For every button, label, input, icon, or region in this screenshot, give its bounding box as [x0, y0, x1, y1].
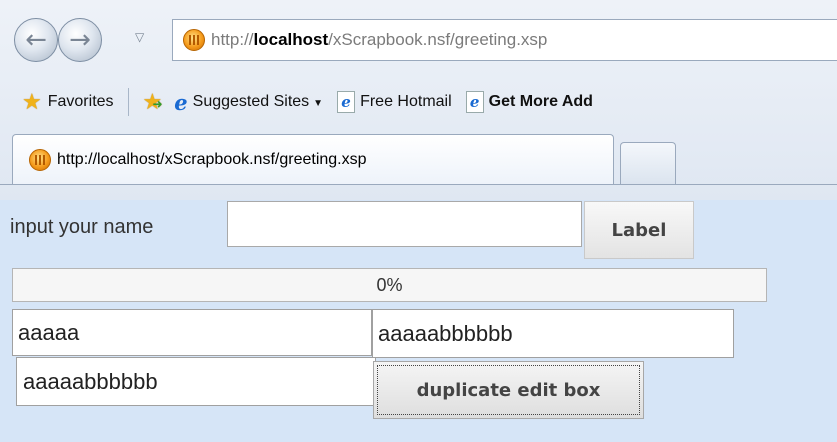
ie-icon: e	[174, 89, 188, 115]
ie-doc-icon: e	[465, 91, 484, 113]
navigation-bar: ← → ▽ http://localhost/xScrapbook.nsf/gr…	[0, 0, 837, 78]
name-label: input your name	[10, 216, 154, 238]
favorite-suggested-sites[interactable]: Suggested Sites ▼	[193, 93, 323, 111]
duplicate-edit-box-button[interactable]: duplicate edit box	[373, 361, 644, 419]
arrow-right-icon: →	[69, 25, 91, 55]
favorite-suggested-sites-label: Suggested Sites	[192, 93, 310, 110]
address-bar[interactable]: http://localhost/xScrapbook.nsf/greeting…	[172, 19, 837, 61]
site-favicon-icon	[183, 29, 205, 51]
name-input[interactable]	[227, 201, 582, 247]
tab-title: http://localhost/xScrapbook.nsf/greeting…	[57, 150, 367, 168]
chevron-down-icon: ▼	[313, 98, 324, 109]
favorites-bar: ★ Favorites ★ e Suggested Sites▼ e Free …	[0, 78, 837, 126]
back-button[interactable]: ←	[14, 18, 58, 62]
site-favicon-icon	[29, 148, 51, 171]
add-to-favorites-bar-icon[interactable]: ★	[143, 89, 163, 115]
recent-pages-dropdown-icon[interactable]: ▽	[135, 30, 144, 44]
edit-box-1[interactable]: aaaaa	[12, 309, 372, 356]
page-content: input your name Label 0% aaaaa aaaaabbbb…	[0, 200, 837, 442]
tab-bar: http://localhost/xScrapbook.nsf/greeting…	[0, 126, 837, 200]
label-button[interactable]: Label	[584, 201, 694, 259]
arrow-left-icon: ←	[25, 25, 47, 55]
edit-box-2[interactable]: aaaaabbbbbb	[372, 309, 734, 358]
favorites-button[interactable]: Favorites	[48, 93, 114, 111]
url-prefix: http://	[211, 30, 254, 49]
favorite-get-more-addons[interactable]: Get More Add	[489, 93, 593, 111]
favorite-free-hotmail[interactable]: Free Hotmail	[360, 93, 452, 111]
progress-bar: 0%	[12, 268, 767, 302]
url-host: localhost	[253, 30, 329, 49]
tab-divider	[0, 184, 837, 185]
tab-greeting[interactable]: http://localhost/xScrapbook.nsf/greeting…	[12, 134, 614, 184]
new-tab-button[interactable]	[620, 142, 676, 184]
favorites-star-icon[interactable]: ★	[22, 89, 42, 115]
edit-box-3[interactable]: aaaaabbbbbb	[16, 357, 376, 406]
browser-chrome: ← → ▽ http://localhost/xScrapbook.nsf/gr…	[0, 0, 837, 200]
address-url[interactable]: http://localhost/xScrapbook.nsf/greeting…	[211, 30, 547, 50]
ie-doc-icon: e	[337, 91, 356, 113]
forward-button[interactable]: →	[58, 18, 102, 62]
url-path: /xScrapbook.nsf/greeting.xsp	[328, 30, 548, 49]
progress-text: 0%	[376, 274, 403, 295]
favorites-separator	[127, 88, 129, 116]
